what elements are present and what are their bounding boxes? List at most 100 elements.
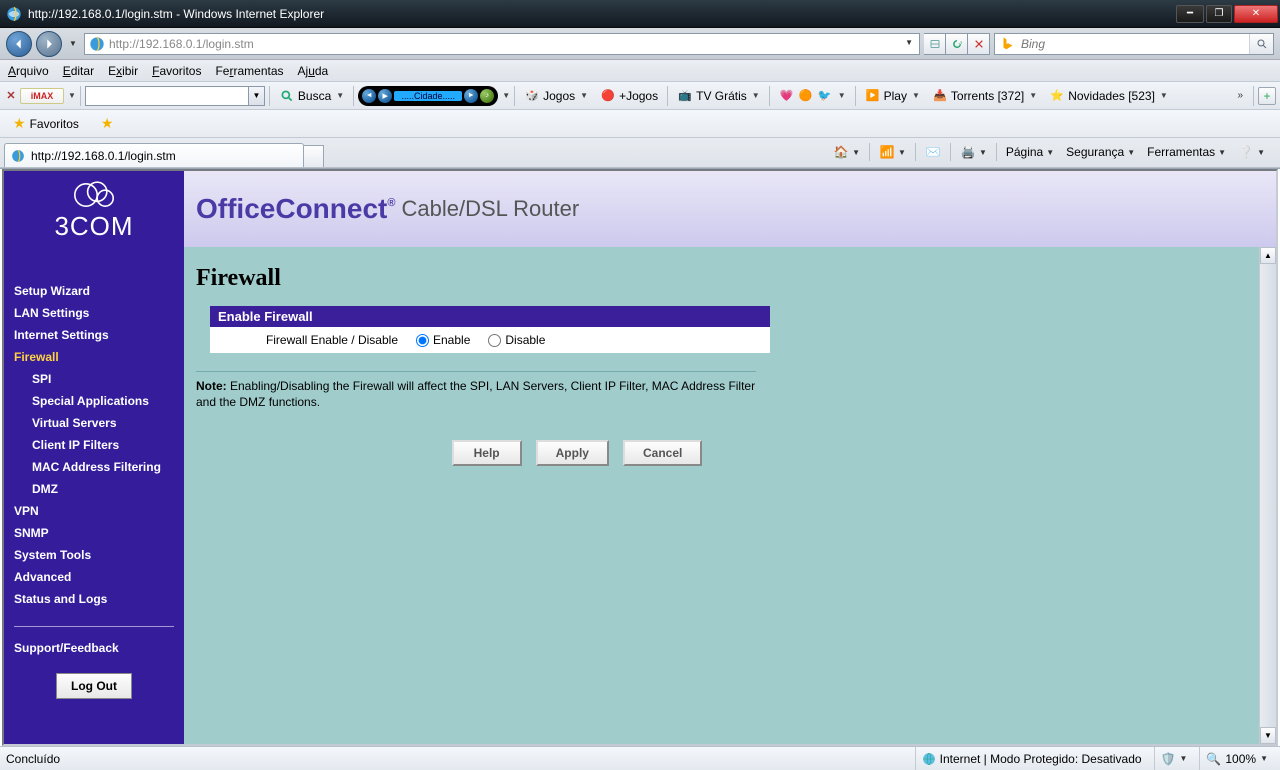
feeds-button[interactable]: 📶▼	[874, 141, 911, 163]
nav-dmz[interactable]: DMZ	[4, 478, 184, 500]
compat-view-button[interactable]	[924, 33, 946, 55]
nav-mac-filtering[interactable]: MAC Address Filtering	[4, 456, 184, 478]
pagina-menu[interactable]: Página ▼	[1001, 142, 1059, 162]
address-dropdown[interactable]: ▼	[899, 34, 919, 54]
nav-firewall[interactable]: Firewall	[4, 346, 184, 368]
brand-logo-text: 3COM	[4, 211, 184, 242]
torrents-button[interactable]: 📥Torrents [372]▼	[927, 85, 1042, 107]
busca-button[interactable]: Busca▼	[274, 85, 349, 107]
toolbar-overflow[interactable]: »	[1231, 90, 1249, 101]
window-maximize-button[interactable]: ❐	[1206, 5, 1232, 23]
media-station-label: .....Cidade.....	[394, 91, 462, 101]
bing-icon	[999, 35, 1017, 53]
help-button-router[interactable]: Help	[452, 440, 522, 466]
media-play-icon[interactable]: ▶	[378, 89, 392, 103]
novidades-button[interactable]: ⭐Novidades [523]▼	[1044, 85, 1173, 107]
logo-area: 3COM	[4, 171, 184, 246]
nav-internet-settings[interactable]: Internet Settings	[4, 324, 184, 346]
media-next-icon[interactable]: ►	[464, 89, 478, 103]
home-icon: 🏠	[833, 144, 849, 160]
tab-strip: http://192.168.0.1/login.stm 🏠▼ 📶▼ ✉️ 🖨️…	[0, 138, 1280, 168]
search-button[interactable]	[1249, 34, 1273, 54]
scroll-down-icon[interactable]: ▼	[1260, 727, 1276, 744]
cancel-button[interactable]: Cancel	[623, 440, 702, 466]
disable-option[interactable]: Disable	[488, 333, 545, 347]
dice-icon: 🎲	[524, 88, 540, 104]
nav-lan-settings[interactable]: LAN Settings	[4, 302, 184, 324]
nav-virtual-servers[interactable]: Virtual Servers	[4, 412, 184, 434]
social-buttons[interactable]: 💗🟠🐦▼	[774, 85, 851, 107]
tab-active[interactable]: http://192.168.0.1/login.stm	[4, 143, 304, 167]
social-icon-1: 💗	[779, 88, 795, 104]
nav-spi[interactable]: SPI	[4, 368, 184, 390]
scroll-up-icon[interactable]: ▲	[1260, 247, 1276, 264]
disable-radio[interactable]	[488, 334, 501, 347]
menu-favoritos[interactable]: Favoritos	[152, 64, 201, 78]
globe-icon	[922, 752, 936, 766]
zoom-value: 100%	[1225, 752, 1256, 766]
media-prev-icon[interactable]: ◄	[362, 89, 376, 103]
menu-arquivo[interactable]: AArquivorquivo	[8, 64, 49, 78]
apply-button[interactable]: Apply	[536, 440, 609, 466]
status-protect-icon[interactable]: 🛡️▼	[1154, 747, 1194, 770]
status-text: Concluído	[6, 752, 60, 766]
nav-vpn[interactable]: VPN	[4, 500, 184, 522]
zoom-segment[interactable]: 🔍 100% ▼	[1199, 747, 1274, 770]
tab-title: http://192.168.0.1/login.stm	[31, 149, 176, 163]
menu-editar[interactable]: Editar	[63, 64, 94, 78]
mais-jogos-button[interactable]: 🔴+Jogos	[595, 85, 663, 107]
jogos-button[interactable]: 🎲Jogos▼	[519, 85, 593, 107]
media-player-widget[interactable]: ◄ ▶ .....Cidade..... ► ♪	[358, 86, 498, 106]
seguranca-menu[interactable]: Segurança ▼	[1061, 142, 1140, 162]
play-icon: ▶️	[865, 88, 881, 104]
back-button[interactable]	[6, 31, 32, 57]
page-title: Firewall	[184, 265, 1276, 306]
tv-button[interactable]: 📺TV Grátis▼	[672, 85, 765, 107]
nav-status-logs[interactable]: Status and Logs	[4, 588, 184, 610]
star-add-icon: ★	[101, 115, 114, 132]
stop-button[interactable]	[968, 33, 990, 55]
imax-dropdown[interactable]: ▼	[68, 91, 76, 100]
window-minimize-button[interactable]: ━	[1176, 5, 1204, 23]
media-dropdown[interactable]: ▼	[502, 91, 510, 100]
enable-radio[interactable]	[416, 334, 429, 347]
enable-option[interactable]: Enable	[416, 333, 470, 347]
forward-button[interactable]	[36, 31, 62, 57]
status-zone[interactable]: Internet | Modo Protegido: Desativado	[915, 747, 1148, 770]
menu-exibir[interactable]: Exibir	[108, 64, 138, 78]
home-button[interactable]: 🏠▼	[828, 141, 865, 163]
nav-history-dropdown[interactable]: ▼	[66, 31, 80, 57]
toolbar-add-button[interactable]: +	[1258, 87, 1276, 105]
refresh-button[interactable]	[946, 33, 968, 55]
favorites-button[interactable]: ★Favoritos	[6, 112, 86, 135]
menu-bar: AArquivorquivo Editar Exibir Favoritos F…	[0, 60, 1280, 82]
vertical-scrollbar[interactable]: ▲ ▼	[1259, 247, 1276, 744]
add-favorite-button[interactable]: ★	[94, 112, 121, 135]
close-toolbar-button[interactable]: ✕	[4, 89, 18, 103]
media-vol-icon[interactable]: ♪	[480, 89, 494, 103]
help-button[interactable]: ❔▼	[1233, 141, 1270, 163]
mail-button[interactable]: ✉️	[920, 141, 946, 163]
new-tab-button[interactable]	[304, 145, 324, 167]
menu-ferramentas[interactable]: Ferramentas	[215, 64, 283, 78]
plus-games-icon: 🔴	[600, 88, 616, 104]
nav-support[interactable]: Support/Feedback	[4, 637, 184, 659]
help-icon: ❔	[1238, 144, 1254, 160]
print-button[interactable]: 🖨️▼	[955, 141, 992, 163]
nav-client-ip-filters[interactable]: Client IP Filters	[4, 434, 184, 456]
window-close-button[interactable]: ✕	[1234, 5, 1278, 23]
toolbar-combo[interactable]: ▼	[85, 86, 265, 106]
menu-ajuda[interactable]: Ajuda	[298, 64, 329, 78]
address-input[interactable]	[109, 34, 899, 54]
window-titlebar: http://192.168.0.1/login.stm - Windows I…	[0, 0, 1280, 28]
nav-snmp[interactable]: SNMP	[4, 522, 184, 544]
nav-system-tools[interactable]: System Tools	[4, 544, 184, 566]
nav-advanced[interactable]: Advanced	[4, 566, 184, 588]
search-input[interactable]	[1021, 34, 1249, 54]
imax-logo[interactable]: iMAX	[20, 88, 64, 104]
play-button[interactable]: ▶️Play▼	[860, 85, 925, 107]
nav-special-apps[interactable]: Special Applications	[4, 390, 184, 412]
logout-button[interactable]: Log Out	[56, 673, 132, 699]
ferramentas-menu[interactable]: Ferramentas ▼	[1142, 142, 1231, 162]
nav-setup-wizard[interactable]: Setup Wizard	[4, 280, 184, 302]
